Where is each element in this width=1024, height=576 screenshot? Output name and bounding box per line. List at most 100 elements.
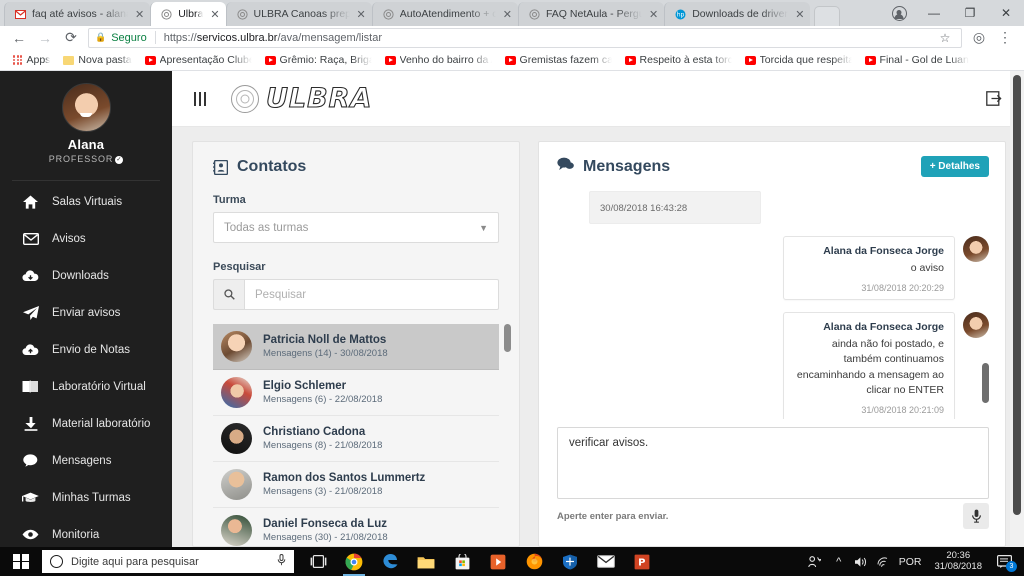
microphone-icon[interactable] xyxy=(277,554,286,569)
contacts-title-row: Contatos xyxy=(213,158,499,176)
extension-icon[interactable]: ◎ xyxy=(966,27,992,49)
new-tab-button[interactable] xyxy=(814,6,841,26)
file-explorer-icon[interactable] xyxy=(408,547,444,576)
maximize-button[interactable]: ❐ xyxy=(952,0,988,26)
sidebar-item-label: Avisos xyxy=(52,232,86,245)
message-row: Alana da Fonseca Jorge o aviso 31/08/201… xyxy=(557,236,989,301)
logout-icon[interactable] xyxy=(982,87,1006,111)
sidebar-item-laboratorio-virtual[interactable]: Laboratório Virtual xyxy=(0,368,172,405)
divider xyxy=(154,31,156,44)
wifi-icon[interactable] xyxy=(872,547,894,576)
clock-time: 20:36 xyxy=(946,549,971,561)
turma-select[interactable]: Todas as turmas ▼ xyxy=(213,212,499,243)
page-scrollbar-thumb[interactable] xyxy=(1013,75,1021,515)
microsoft-store-icon[interactable] xyxy=(444,547,480,576)
forward-button[interactable]: → xyxy=(32,27,58,49)
clock[interactable]: 20:36 31/08/2018 xyxy=(926,547,990,576)
bookmark-item[interactable]: Venho do bairro da A xyxy=(379,54,498,66)
hamburger-icon[interactable] xyxy=(194,91,206,106)
show-hidden-icons-chevron[interactable]: ^ xyxy=(828,547,850,576)
lock-icon: 🔒 xyxy=(95,32,107,42)
eye-icon xyxy=(22,529,39,540)
message-input[interactable] xyxy=(557,427,989,499)
minimize-button[interactable]: — xyxy=(916,0,952,26)
back-button[interactable]: ← xyxy=(6,27,32,49)
sidebar-item-enviar-avisos[interactable]: Enviar avisos xyxy=(0,294,172,331)
bookmark-item[interactable]: Final - Gol de Luan xyxy=(859,54,975,66)
window-controls: — ❐ ✕ xyxy=(882,0,1024,26)
sidebar-item-downloads[interactable]: Downloads xyxy=(0,257,172,294)
edge-icon[interactable] xyxy=(372,547,408,576)
bookmark-item[interactable]: Apresentação Clube xyxy=(139,54,258,66)
people-icon[interactable] xyxy=(802,547,828,576)
profile-avatar-icon[interactable] xyxy=(882,0,916,26)
tab-close-icon[interactable]: ✕ xyxy=(210,8,219,21)
windows-defender-icon[interactable] xyxy=(552,547,588,576)
tab-close-icon[interactable]: ✕ xyxy=(357,8,366,21)
message-bubble[interactable]: Alana da Fonseca Jorge ainda não foi pos… xyxy=(783,312,955,419)
bookmark-star-icon[interactable]: ☆ xyxy=(935,28,955,48)
tab-close-icon[interactable]: ✕ xyxy=(795,8,804,21)
bookmark-item[interactable]: Respeito à esta torcid xyxy=(619,54,738,66)
reload-button[interactable]: ⟳ xyxy=(58,27,84,49)
tab-close-icon[interactable]: ✕ xyxy=(503,8,512,21)
media-player-icon[interactable] xyxy=(480,547,516,576)
search-input[interactable] xyxy=(244,279,499,310)
tab-strip: faq até avisos - alanada ✕ Ulbra ✕ ULBRA… xyxy=(0,0,1024,26)
sidebar-item-salas-virtuais[interactable]: Salas Virtuais xyxy=(0,183,172,220)
avatar xyxy=(61,83,111,132)
chrome-menu-icon[interactable]: ⋮ xyxy=(992,27,1018,49)
contact-list-item[interactable]: Daniel Fonseca da Luz Mensagens (30) - 2… xyxy=(213,508,499,546)
detalhes-button[interactable]: + Detalhes xyxy=(920,156,989,177)
contact-name: Daniel Fonseca da Luz xyxy=(263,518,387,530)
action-center-icon[interactable]: 3 xyxy=(990,547,1018,576)
cloud-upload-icon xyxy=(22,343,39,356)
sidebar-item-minhas-turmas[interactable]: Minhas Turmas xyxy=(0,479,172,516)
tab-title: AutoAtendimento + co xyxy=(399,8,496,20)
search-icon[interactable] xyxy=(213,279,244,310)
powerpoint-icon[interactable]: P xyxy=(624,547,660,576)
browser-tab-5[interactable]: hp Downloads de driver e ✕ xyxy=(664,2,811,26)
start-button[interactable] xyxy=(0,547,42,576)
tab-close-icon[interactable]: ✕ xyxy=(649,8,658,21)
contacts-scrollbar[interactable] xyxy=(504,324,511,352)
contact-list-item[interactable]: Patricia Noll de Mattos Mensagens (14) -… xyxy=(213,324,499,370)
bookmark-apps[interactable]: Apps xyxy=(7,54,56,66)
messages-scrollbar[interactable] xyxy=(982,363,989,403)
sidebar-item-monitoria[interactable]: Monitoria xyxy=(0,516,172,547)
message-text: o aviso xyxy=(910,262,944,274)
browser-tab-2[interactable]: ULBRA Canoas prepara ✕ xyxy=(225,2,372,26)
browser-tab-4[interactable]: FAQ NetAula - Pergunta ✕ xyxy=(517,2,665,26)
composer-footer: Aperte enter para enviar. xyxy=(557,503,989,529)
taskbar-search[interactable]: Digite aqui para pesquisar xyxy=(42,550,294,573)
browser-tab-3[interactable]: AutoAtendimento + co ✕ xyxy=(371,2,518,26)
browser-tab-0[interactable]: faq até avisos - alanada ✕ xyxy=(4,2,151,26)
contact-list-item[interactable]: Ramon dos Santos Lummertz Mensagens (3) … xyxy=(213,462,499,508)
mail-icon[interactable] xyxy=(588,547,624,576)
microphone-icon[interactable] xyxy=(963,503,989,529)
sidebar-item-mensagens[interactable]: Mensagens xyxy=(0,442,172,479)
message-bubble[interactable]: Alana da Fonseca Jorge o aviso 31/08/201… xyxy=(783,236,955,301)
sidebar-item-label: Envio de Notas xyxy=(52,343,130,356)
language-indicator[interactable]: POR xyxy=(894,547,927,576)
youtube-icon xyxy=(504,55,516,65)
contact-list-item[interactable]: Christiano Cadona Mensagens (8) - 21/08/… xyxy=(213,416,499,462)
sidebar-item-avisos[interactable]: Avisos xyxy=(0,220,172,257)
volume-icon[interactable] xyxy=(850,547,872,576)
browser-tab-1[interactable]: Ulbra ✕ xyxy=(150,2,226,26)
bookmark-item[interactable]: Torcida que respeita xyxy=(739,54,858,66)
firefox-icon[interactable] xyxy=(516,547,552,576)
bookmark-item[interactable]: Grêmio: Raça, Briga e xyxy=(259,54,378,66)
bookmark-nova-pasta[interactable]: Nova pasta xyxy=(57,54,137,66)
tab-close-icon[interactable]: ✕ xyxy=(135,8,144,21)
sidebar-item-label: Salas Virtuais xyxy=(52,195,123,208)
bookmark-item[interactable]: Gremistas fazem casa xyxy=(499,54,618,66)
task-view-icon[interactable] xyxy=(300,547,336,576)
sidebar-item-material-laboratorio[interactable]: Material laboratório xyxy=(0,405,172,442)
close-window-button[interactable]: ✕ xyxy=(988,0,1024,26)
contact-list-item[interactable]: Elgio Schlemer Mensagens (6) - 22/08/201… xyxy=(213,370,499,416)
address-bar[interactable]: 🔒 Seguro https://servicos.ulbra.br/ava/m… xyxy=(88,27,962,48)
message-author: Alana da Fonseca Jorge xyxy=(823,245,944,257)
chrome-icon[interactable] xyxy=(336,547,372,576)
sidebar-item-envio-de-notas[interactable]: Envio de Notas xyxy=(0,331,172,368)
